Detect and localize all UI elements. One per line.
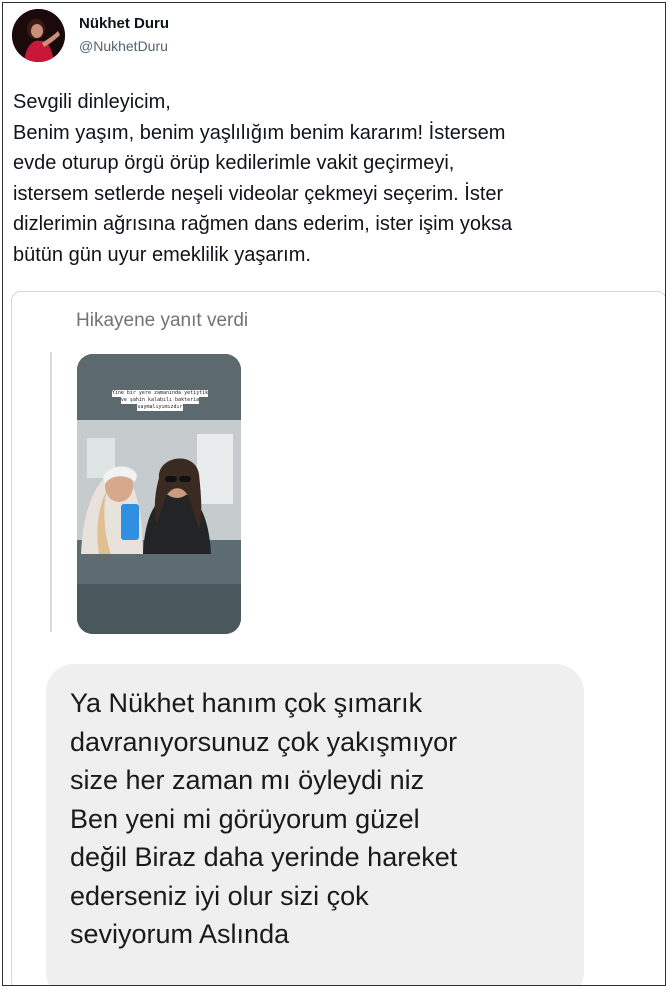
message-bubble: Ya Nükhet hanım çok şımarık davranıyorsu… [46, 664, 584, 985]
tweet-text-line: Benim yaşım, benim yaşlılığım benim kara… [13, 121, 506, 144]
tweet-text: Sevgili dinleyicim, Benim yaşım, benim y… [13, 87, 663, 270]
author-avatar[interactable] [12, 9, 65, 62]
message-line: seviyorum Aslında [70, 919, 290, 949]
tweet-text-line: dizlerimin ağrısına rağmen dans ederim, … [13, 213, 513, 235]
message-line: ederseniz iyi olur sizi çok [70, 880, 369, 911]
message-text: Ya Nükhet hanım çok şımarık davranıyorsu… [70, 684, 457, 954]
quote-bar [50, 352, 52, 632]
tweet-card: Nükhet Duru @NukhetDuru Sevgili dinleyic… [2, 2, 666, 986]
story-caption: Yine bir yere zamanında yetiştik ve şahi… [99, 390, 221, 411]
story-thumbnail: Yine bir yere zamanında yetiştik ve şahi… [77, 354, 241, 634]
message-line: davranıyorsunuz çok yakışmıyor [70, 726, 458, 757]
message-line: Ya Nükhet hanım çok şımarık [70, 688, 423, 718]
message-line: Ben yeni mi görüyorum güzel [70, 803, 420, 834]
story-reply-header: Hikayene yanıt verdi [76, 310, 249, 331]
tweet-text-line: bütün gün uyur emeklilik yaşarım. [13, 243, 311, 266]
tweet-text-line: evde oturup örgü örüp kedilerimle vakit … [13, 152, 455, 174]
story-caption-line: Yine bir yere zamanında yetiştik [111, 390, 209, 397]
story-caption-line: saymalıyımızdır [137, 404, 183, 411]
author-handle[interactable]: @NukhetDuru [79, 38, 168, 54]
attached-image[interactable]: Hikayene yanıt verdi Yine bir yere zaman… [11, 291, 665, 985]
author-name[interactable]: Nükhet Duru [79, 15, 169, 32]
tweet-text-line: Sevgili dinleyicim, [13, 91, 171, 113]
avatar-photo-icon [12, 9, 65, 62]
story-caption-line: ve şahin kalabılı bakteria [120, 397, 200, 404]
tweet-text-line: istersem setlerde neşeli videolar çekmey… [13, 182, 504, 205]
message-line: değil Biraz daha yerinde hareket [70, 842, 458, 872]
message-line: size her zaman mı öyleydi niz [70, 765, 425, 795]
